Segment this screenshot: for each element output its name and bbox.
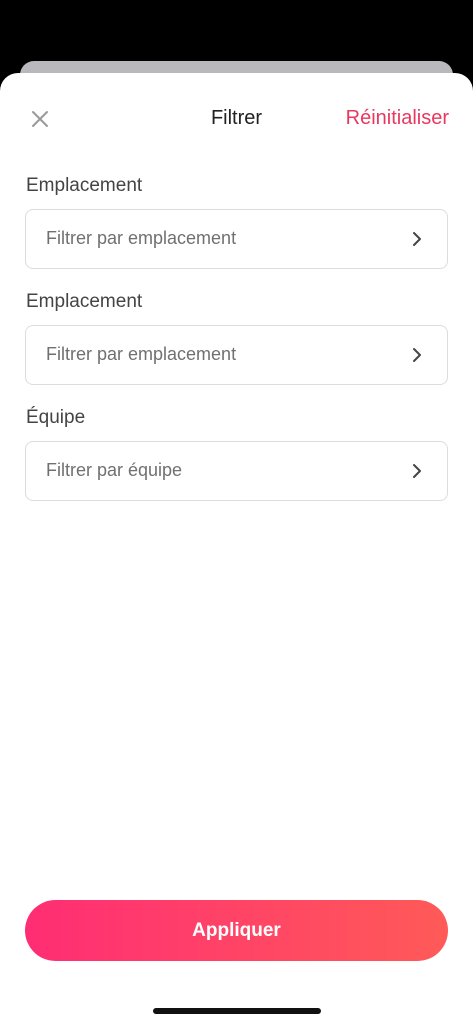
filter-sheet: Filtrer Réinitialiser Emplacement Filtre… (0, 73, 473, 1024)
field-placeholder: Filtrer par emplacement (46, 344, 237, 364)
field-placeholder: Filtrer par équipe (46, 460, 183, 480)
filter-label-location-2: Emplacement (26, 291, 143, 312)
team-filter-field[interactable]: Filtrer par équipe (25, 441, 448, 501)
close-button[interactable] (26, 105, 54, 133)
location-filter-field-2[interactable]: Filtrer par emplacement (25, 325, 448, 385)
screen: Filtrer Réinitialiser Emplacement Filtre… (0, 0, 473, 1024)
chevron-right-icon (413, 348, 421, 362)
close-icon (32, 111, 48, 127)
reset-button[interactable]: Réinitialiser (346, 107, 449, 130)
field-placeholder: Filtrer par emplacement (46, 228, 237, 248)
location-filter-field-1[interactable]: Filtrer par emplacement (25, 209, 448, 269)
filter-label-location-1: Emplacement (26, 175, 143, 196)
filter-label-team: Équipe (26, 407, 86, 428)
sheet-header: Filtrer Réinitialiser (0, 73, 473, 165)
chevron-right-icon (413, 232, 421, 246)
apply-button[interactable]: Appliquer (25, 900, 448, 961)
chevron-right-icon (413, 464, 421, 478)
home-indicator[interactable] (153, 1008, 321, 1014)
